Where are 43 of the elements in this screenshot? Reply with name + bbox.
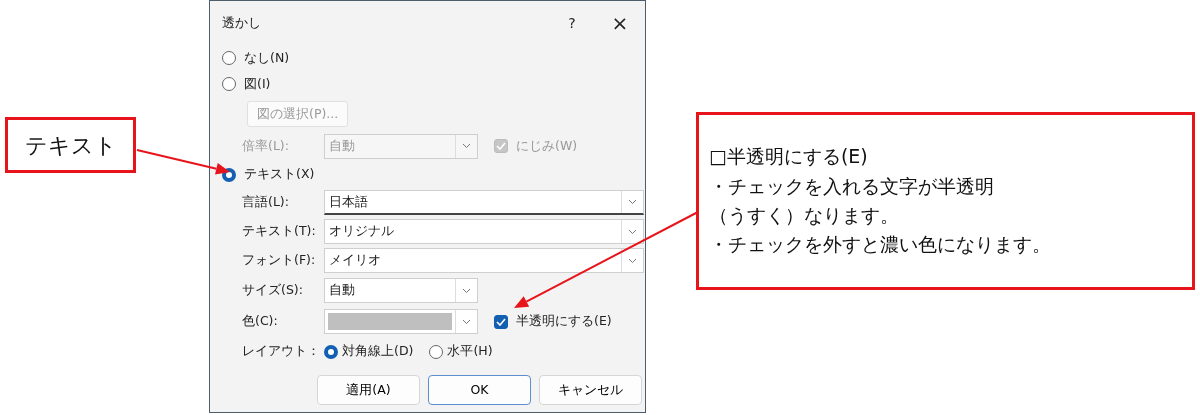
field-label: 倍率(L): <box>242 136 290 155</box>
color-dropdown[interactable] <box>324 309 478 334</box>
checkbox-label: 半透明にする(E) <box>516 312 612 331</box>
dialog-button[interactable]: キャンセル <box>539 375 642 405</box>
chevron-down-icon <box>462 318 471 325</box>
callout-text: （うすく）なります。 <box>709 203 900 228</box>
dropdown-field[interactable]: オリジナル <box>324 219 644 244</box>
field-label: 言語(L): <box>242 193 290 212</box>
field-label: サイズ(S): <box>242 281 304 300</box>
dropdown-field[interactable]: メイリオ <box>324 248 644 273</box>
radio-label: 対角線上(D) <box>342 342 414 361</box>
field-label: レイアウト： <box>242 342 321 361</box>
chevron-down-icon <box>462 287 471 294</box>
dialog-button[interactable]: 適用(A) <box>317 375 420 405</box>
dropdown-field[interactable]: 日本語 <box>324 190 644 215</box>
chevron-down-icon <box>628 199 637 205</box>
radio-button[interactable] <box>429 344 444 359</box>
radio-option[interactable]: なし(N) <box>210 45 645 71</box>
dialog-button[interactable]: OK <box>428 375 531 405</box>
radio-button[interactable] <box>222 51 236 65</box>
radio-option[interactable]: 図(I) <box>210 71 645 97</box>
help-button[interactable]: ? <box>557 12 587 34</box>
checkbox[interactable] <box>494 314 508 329</box>
radio-button[interactable] <box>324 344 338 359</box>
radio-label: 図(I) <box>244 74 271 93</box>
callout-text: ・チェックを入れる文字が半透明 <box>709 173 995 199</box>
callout-text: テキスト <box>24 131 117 160</box>
dropdown-field[interactable]: 自動 <box>324 278 478 303</box>
chevron-down-icon <box>628 228 637 235</box>
radio-label: 水平(H) <box>447 342 493 361</box>
radio-label: テキスト(X) <box>244 165 315 184</box>
chevron-down-icon <box>628 257 637 264</box>
field-label: 色(C): <box>242 312 279 331</box>
chevron-down-icon <box>462 143 471 149</box>
close-button[interactable]: × <box>605 8 635 38</box>
window-title: 透かし <box>222 13 262 32</box>
radio-button[interactable] <box>222 77 236 91</box>
callout-text: ・チェックを外すと濃い色になります。 <box>709 232 1052 258</box>
field-label: テキスト(T): <box>242 222 317 241</box>
checkbox-label: にじみ(W) <box>516 136 578 155</box>
field-label: フォント(F): <box>242 251 317 270</box>
callout-text: □半透明にする(E) <box>709 144 869 170</box>
radio-label: なし(N) <box>244 48 290 67</box>
